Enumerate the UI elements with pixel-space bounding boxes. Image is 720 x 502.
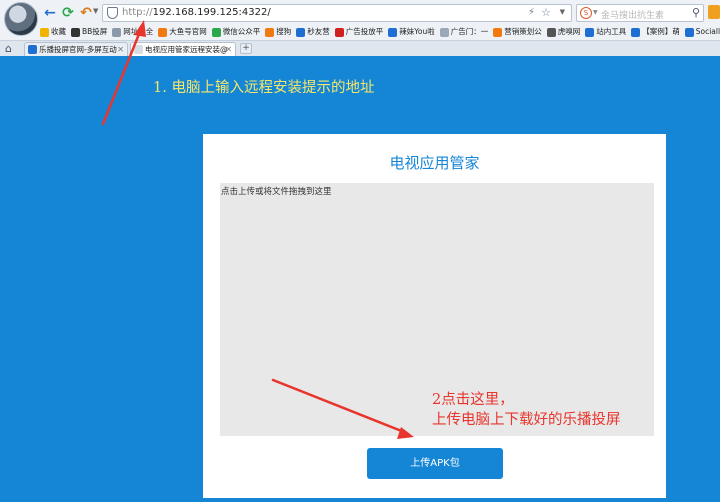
bookmark-label: Socialli [695,27,720,36]
bookmark-favicon-icon [296,27,306,37]
address-bar[interactable]: http://192.168.199.125:4322/ ⚡ ☆ ▼ [102,4,572,22]
bookmark-item[interactable]: 大鱼号官网 [158,25,207,39]
bookmark-favicon-icon [334,27,344,37]
bookmark-favicon-icon [71,27,80,37]
bookmark-item[interactable]: 收藏 [40,25,66,39]
url-host: 192.168.199.125:4322/ [152,7,271,18]
bookmark-label: 虎嗅网 [557,27,581,36]
search-icon[interactable]: ⚲ [692,6,700,19]
tab-lebo-official[interactable]: 乐播投屏官网-多屏互动 ✕ [24,42,128,56]
bookmark-favicon-icon [439,27,449,37]
bookmark-item[interactable]: Socialli [684,25,720,39]
chevron-down-icon[interactable]: ▼ [593,9,598,16]
bookmark-label: 大鱼号官网 [169,27,207,36]
bookmark-item[interactable]: 广告门：一 [439,25,489,39]
shield-icon [107,7,118,19]
search-input[interactable]: 金马搜出抗生素 [601,8,664,21]
favicon-icon [134,45,143,54]
bookmark-label: 【案例】萌 [642,27,680,36]
chevron-down-icon[interactable]: ▼ [560,8,565,16]
bookmark-label: 站内工具 [596,27,627,36]
star-icon[interactable]: ☆ [541,6,551,19]
favicon-icon [28,45,37,54]
bookmark-item[interactable]: 辣妹You啦 [388,25,435,39]
step2-line1: 2点击这里， [432,392,514,408]
address-url[interactable]: http://192.168.199.125:4322/ [122,7,271,18]
bookmark-item[interactable]: BB投屏 [71,25,107,39]
bookmark-favicon-icon [546,27,556,37]
bookmark-favicon-icon [158,27,168,37]
bookmark-favicon-icon [631,27,641,37]
bookmark-label: 广告门：一 [450,27,489,36]
bookmark-item[interactable]: 秒友营 [296,25,330,39]
bookmark-label: BB投屏 [82,27,108,36]
bookmark-label: 收藏 [51,27,66,36]
card-title: 电视应用管家 [389,154,480,172]
app-manager-card: 电视应用管家 点击上传或将文件拖拽到这里 上传APK包 [203,134,666,498]
refresh-icon[interactable]: ⟳ [60,5,76,21]
tab-label: 乐播投屏官网-多屏互动 [39,45,117,54]
bookmark-label: 营销策划公 [504,27,542,36]
bookmark-favicon-icon [112,27,122,37]
bookmark-item[interactable]: 搜狗 [265,25,291,39]
bookmark-item[interactable]: 站内工具 [585,25,626,39]
search-engine-icon[interactable]: S [580,7,592,19]
bookmark-favicon-icon [211,27,221,37]
dropzone-hint: 点击上传或将文件拖拽到这里 [221,187,332,197]
browser-chrome: ← ⟳ ↶ ▼ http://192.168.199.125:4322/ ⚡ ☆… [0,0,720,56]
tab-tv-app-manager[interactable]: 电视应用管家远程安装@ ✕ [130,42,236,56]
step2-line2: 上传电脑上下载好的乐播投屏 [432,412,621,428]
bookmark-item[interactable]: 【案例】萌 [631,25,680,39]
step2-annotation: 2点击这里， 上传电脑上下载好的乐播投屏 [432,390,621,430]
user-avatar[interactable] [4,2,38,36]
bookmark-label: 微信公众平 [222,27,261,36]
bookmark-item[interactable]: 网址大全 [112,25,153,39]
bookmarks-bar: 收藏 BB投屏 网址大全 大鱼号官网 微信公众平 搜狗 秒友营 广告投放平 辣妹You啦 广告门：… [40,25,720,39]
bookmark-item[interactable]: 微信公众平 [211,25,261,39]
lightning-icon[interactable]: ⚡ [528,7,535,18]
url-scheme: http:// [122,7,153,18]
bookmark-label: 广告投放平 [345,27,384,36]
bookmark-favicon-icon [388,27,398,37]
bookmark-favicon-icon [40,27,49,37]
bookmark-favicon-icon [493,27,503,37]
bookmark-item[interactable]: 营销策划公 [493,25,542,39]
chevron-down-icon[interactable]: ▼ [93,7,98,15]
bookmark-label: 辣妹You啦 [399,27,435,36]
tab-strip: ⌂ 乐播投屏官网-多屏互动 ✕ 电视应用管家远程安装@ ✕ + [0,40,720,56]
upload-apk-button[interactable]: 上传APK包 [367,448,503,479]
step1-annotation: 1. 电脑上输入远程安装提示的地址 [153,80,375,96]
bookmark-label: 搜狗 [276,27,292,36]
bookmark-favicon-icon [684,27,694,37]
tab-label: 电视应用管家远程安装@ [145,45,228,54]
bookmark-label: 秒友营 [307,27,330,36]
extension-icon[interactable] [708,5,720,19]
bookmark-label: 网址大全 [123,27,154,36]
home-icon[interactable]: ⌂ [5,42,12,55]
bookmark-item[interactable]: 广告投放平 [334,25,384,39]
close-icon[interactable]: ✕ [225,43,232,56]
bookmark-favicon-icon [585,27,595,37]
back-arrow-icon[interactable]: ← [42,5,58,21]
new-tab-button[interactable]: + [240,43,252,54]
undo-icon[interactable]: ↶ [78,5,94,21]
bookmark-favicon-icon [265,27,275,37]
search-box[interactable]: S ▼ 金马搜出抗生素 ⚲ [576,4,704,22]
close-icon[interactable]: ✕ [117,43,124,56]
bookmark-item[interactable]: 虎嗅网 [546,25,581,39]
